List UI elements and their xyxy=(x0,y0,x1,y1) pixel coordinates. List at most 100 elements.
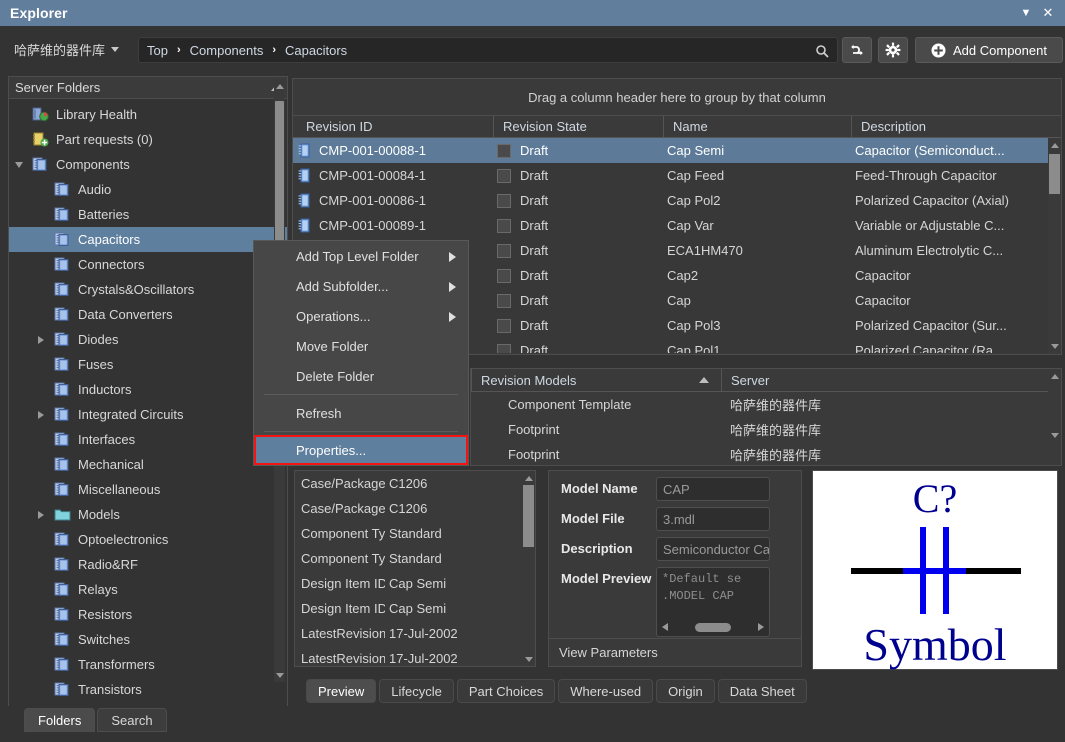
add-component-button[interactable]: Add Component xyxy=(915,37,1063,63)
grid-column-header-revision-id[interactable]: Revision ID xyxy=(293,116,493,137)
revision-model-row[interactable]: Component Template 哈萨维的器件库 xyxy=(471,392,1061,417)
parameter-row[interactable]: Component Ty... Standard xyxy=(295,521,535,546)
chevron-down-icon[interactable] xyxy=(13,159,25,171)
parameter-row[interactable]: Design Item ID Cap Semi xyxy=(295,596,535,621)
tab-part-choices[interactable]: Part Choices xyxy=(456,679,556,703)
sidebar-item-data-converters[interactable]: Data Converters xyxy=(9,302,287,327)
folder-tree[interactable]: Library Health Part requests (0) Component… xyxy=(9,99,287,706)
context-menu-item-move-folder[interactable]: Move Folder xyxy=(254,331,468,361)
row-checkbox[interactable] xyxy=(497,143,511,158)
hscroll-thumb[interactable] xyxy=(695,622,731,632)
sidebar-item-relays[interactable]: Relays xyxy=(9,577,287,602)
tab-origin[interactable]: Origin xyxy=(656,679,715,703)
row-checkbox[interactable] xyxy=(497,193,511,208)
sidebar-bottom-tabs[interactable]: Folders Search xyxy=(24,708,284,734)
sidebar-item-interfaces[interactable]: Interfaces xyxy=(9,427,287,452)
parameter-row[interactable]: Component Ty... Standard xyxy=(295,546,535,571)
sidebar-item-inductors[interactable]: Inductors xyxy=(9,377,287,402)
chevron-right-icon[interactable] xyxy=(35,334,47,346)
chevron-right-icon[interactable] xyxy=(35,409,47,421)
model-field-input-model-name[interactable]: CAP xyxy=(656,477,770,501)
sidebar-item-connectors[interactable]: Connectors xyxy=(9,252,287,277)
column-revision-models[interactable]: Revision Models xyxy=(471,369,721,391)
sidebar-item-optoelectronics[interactable]: Optoelectronics xyxy=(9,527,287,552)
vendor-dropdown[interactable]: 哈萨维的器件库 xyxy=(14,40,120,59)
parameter-row[interactable]: Design Item ID Cap Semi xyxy=(295,571,535,596)
parameters-scroll-thumb[interactable] xyxy=(523,485,534,547)
tab-lifecycle[interactable]: Lifecycle xyxy=(379,679,454,703)
detail-tabs[interactable]: Preview Lifecycle Part Choices Where-used Or… xyxy=(306,679,807,703)
sidebar-item-miscellaneous[interactable]: Miscellaneous xyxy=(9,477,287,502)
table-row[interactable]: CMP-001-00088-1 Draft Cap Semi Capacitor (S… xyxy=(293,138,1061,163)
table-row[interactable]: CMP-001-00086-1 Draft Cap Pol2 Polarized Ca… xyxy=(293,188,1061,213)
grid-header-row[interactable]: Revision ID Revision State Name Description xyxy=(293,116,1061,138)
scroll-up-arrow-icon[interactable] xyxy=(1048,369,1061,383)
scroll-down-arrow-icon[interactable] xyxy=(522,652,535,666)
revision-models-scrollbar[interactable] xyxy=(1048,369,1061,442)
grid-column-header-name[interactable]: Name xyxy=(663,116,851,137)
revision-model-row[interactable]: Footprint 哈萨维的器件库 xyxy=(471,417,1061,442)
context-menu-item-add-top-level-folder[interactable]: Add Top Level Folder xyxy=(254,241,468,271)
sidebar-item-integrated-circuits[interactable]: Integrated Circuits xyxy=(9,402,287,427)
sidebar-item-batteries[interactable]: Batteries xyxy=(9,202,287,227)
breadcrumb-item-capacitors[interactable]: Capacitors xyxy=(285,43,347,58)
sidebar-item-transistors[interactable]: Transistors xyxy=(9,677,287,702)
breadcrumb[interactable]: Top › Components › Capacitors xyxy=(138,37,838,63)
group-by-hint[interactable]: Drag a column header here to group by th… xyxy=(293,79,1061,116)
sidebar-tab-search[interactable]: Search xyxy=(97,708,167,732)
revision-model-row[interactable]: Footprint 哈萨维的器件库 xyxy=(471,442,1061,465)
scroll-down-arrow-icon[interactable] xyxy=(274,668,285,682)
row-checkbox[interactable] xyxy=(497,343,511,353)
parameters-list[interactable]: Case/Package C1206 Case/Package C1206 Compon… xyxy=(294,470,536,667)
model-preview-hscrollbar[interactable] xyxy=(659,620,767,634)
tab-data-sheet[interactable]: Data Sheet xyxy=(717,679,807,703)
search-icon[interactable] xyxy=(813,42,831,60)
context-menu-item-delete-folder[interactable]: Delete Folder xyxy=(254,361,468,391)
sidebar-item-capacitors[interactable]: Capacitors xyxy=(9,227,287,252)
model-preview-box[interactable]: *Default se .MODEL CAP xyxy=(656,567,770,637)
sidebar-item-transformers[interactable]: Transformers xyxy=(9,652,287,677)
view-parameters-link[interactable]: View Parameters xyxy=(549,638,801,666)
scroll-up-arrow-icon[interactable] xyxy=(522,471,535,485)
sidebar-item-switches[interactable]: Switches xyxy=(9,627,287,652)
grid-column-header-revision-state[interactable]: Revision State xyxy=(493,116,663,137)
table-row[interactable]: CMP-001-00084-1 Draft Cap Feed Feed-Through… xyxy=(293,163,1061,188)
sidebar-item-mechanical[interactable]: Mechanical xyxy=(9,452,287,477)
grid-column-header-description[interactable]: Description xyxy=(851,116,1046,137)
scroll-up-arrow-icon[interactable] xyxy=(1048,138,1061,152)
parameter-row[interactable]: Case/Package C1206 xyxy=(295,471,535,496)
revision-models-header[interactable]: Revision Models Server xyxy=(471,369,1061,392)
triangle-left-icon[interactable] xyxy=(662,623,668,631)
row-checkbox[interactable] xyxy=(497,243,511,258)
settings-button[interactable] xyxy=(878,37,908,63)
breadcrumb-item-top[interactable]: Top xyxy=(147,43,168,58)
sidebar-item-components[interactable]: Components xyxy=(9,152,287,177)
tab-where-used[interactable]: Where-used xyxy=(558,679,654,703)
scroll-up-arrow-icon[interactable] xyxy=(274,79,285,93)
row-checkbox[interactable] xyxy=(497,293,511,308)
row-checkbox[interactable] xyxy=(497,268,511,283)
parameter-row[interactable]: LatestRevision... 17-Jul-2002 xyxy=(295,621,535,646)
sidebar-item-resistors[interactable]: Resistors xyxy=(9,602,287,627)
sidebar-tab-folders[interactable]: Folders xyxy=(24,708,96,732)
close-icon[interactable]: ✕ xyxy=(1037,2,1059,24)
chevron-right-icon[interactable] xyxy=(35,509,47,521)
sidebar-item-part-requests-0[interactable]: Part requests (0) xyxy=(9,127,287,152)
row-checkbox[interactable] xyxy=(497,218,511,233)
chevron-down-icon[interactable]: ▼ xyxy=(1015,2,1037,24)
parameter-row[interactable]: Case/Package C1206 xyxy=(295,496,535,521)
sidebar-item-diodes[interactable]: Diodes xyxy=(9,327,287,352)
scroll-down-arrow-icon[interactable] xyxy=(1048,339,1061,353)
table-row[interactable]: CMP-001-00089-1 Draft Cap Var Variable or A… xyxy=(293,213,1061,238)
model-field-input-model-file[interactable]: 3.mdl xyxy=(656,507,770,531)
sync-button[interactable] xyxy=(842,37,872,63)
context-menu-item-add-subfolder[interactable]: Add Subfolder... xyxy=(254,271,468,301)
grid-scroll-thumb[interactable] xyxy=(1049,154,1060,194)
revision-models-body[interactable]: Component Template 哈萨维的器件库 Footprint 哈萨维的器件… xyxy=(471,392,1061,465)
sidebar-item-library-health[interactable]: Library Health xyxy=(9,102,287,127)
context-menu-item-refresh[interactable]: Refresh xyxy=(254,398,468,428)
model-field-input-description[interactable]: Semiconductor Ca xyxy=(656,537,770,561)
sidebar-item-models[interactable]: Models xyxy=(9,502,287,527)
column-server[interactable]: Server xyxy=(721,369,769,391)
grid-scrollbar[interactable] xyxy=(1048,138,1061,353)
